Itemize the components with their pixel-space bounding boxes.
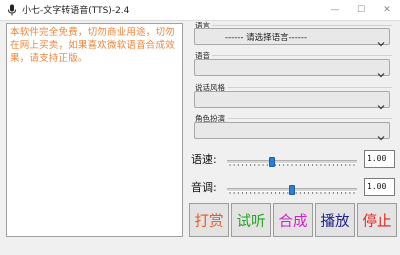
group-divider bbox=[228, 87, 392, 88]
microphone-icon bbox=[6, 4, 18, 16]
speed-slider[interactable] bbox=[227, 157, 357, 167]
window-title: 小七-文字转语音(TTS)-2.4 bbox=[22, 6, 130, 16]
group-divider bbox=[212, 25, 392, 26]
speed-value-input[interactable]: 1.00 bbox=[364, 150, 395, 168]
chevron-down-icon bbox=[377, 127, 385, 141]
stop-button[interactable]: 停止 bbox=[357, 203, 397, 237]
maximize-button[interactable]: ☐ bbox=[348, 0, 374, 20]
group-divider bbox=[228, 118, 392, 119]
pitch-slider-thumb[interactable] bbox=[289, 185, 295, 195]
group-divider bbox=[212, 55, 392, 56]
language-select-value: ------ 请选择语言------ bbox=[225, 33, 308, 43]
voice-select[interactable] bbox=[194, 59, 390, 78]
pitch-value-input[interactable]: 1.00 bbox=[364, 178, 395, 196]
pitch-slider-ticks bbox=[227, 180, 357, 194]
speed-slider-ticks bbox=[227, 152, 357, 166]
chevron-down-icon bbox=[377, 64, 385, 78]
speaking-style-select[interactable] bbox=[194, 91, 390, 110]
speed-slider-thumb[interactable] bbox=[269, 157, 276, 167]
text-input-area[interactable]: 本软件完全免费，切勿商业用途，切勿在网上买卖，如果喜欢微软语音合成效果，请支持正… bbox=[6, 23, 183, 237]
close-button[interactable]: ✕ bbox=[374, 0, 400, 20]
speed-label: 语速: bbox=[191, 153, 217, 166]
pitch-label: 音调: bbox=[191, 181, 217, 194]
chevron-down-icon bbox=[377, 33, 385, 47]
role-play-select[interactable] bbox=[194, 122, 390, 141]
preview-button[interactable]: 试听 bbox=[231, 203, 271, 237]
synthesize-button[interactable]: 合成 bbox=[273, 203, 313, 237]
language-select[interactable]: ------ 请选择语言------ bbox=[194, 28, 390, 47]
minimize-button[interactable]: — bbox=[322, 0, 348, 20]
chevron-down-icon bbox=[377, 96, 385, 110]
title-bar: 小七-文字转语音(TTS)-2.4 — ☐ ✕ bbox=[0, 0, 400, 21]
reward-button[interactable]: 打赏 bbox=[189, 203, 229, 237]
play-button[interactable]: 播放 bbox=[315, 203, 355, 237]
pitch-slider[interactable] bbox=[227, 185, 357, 195]
